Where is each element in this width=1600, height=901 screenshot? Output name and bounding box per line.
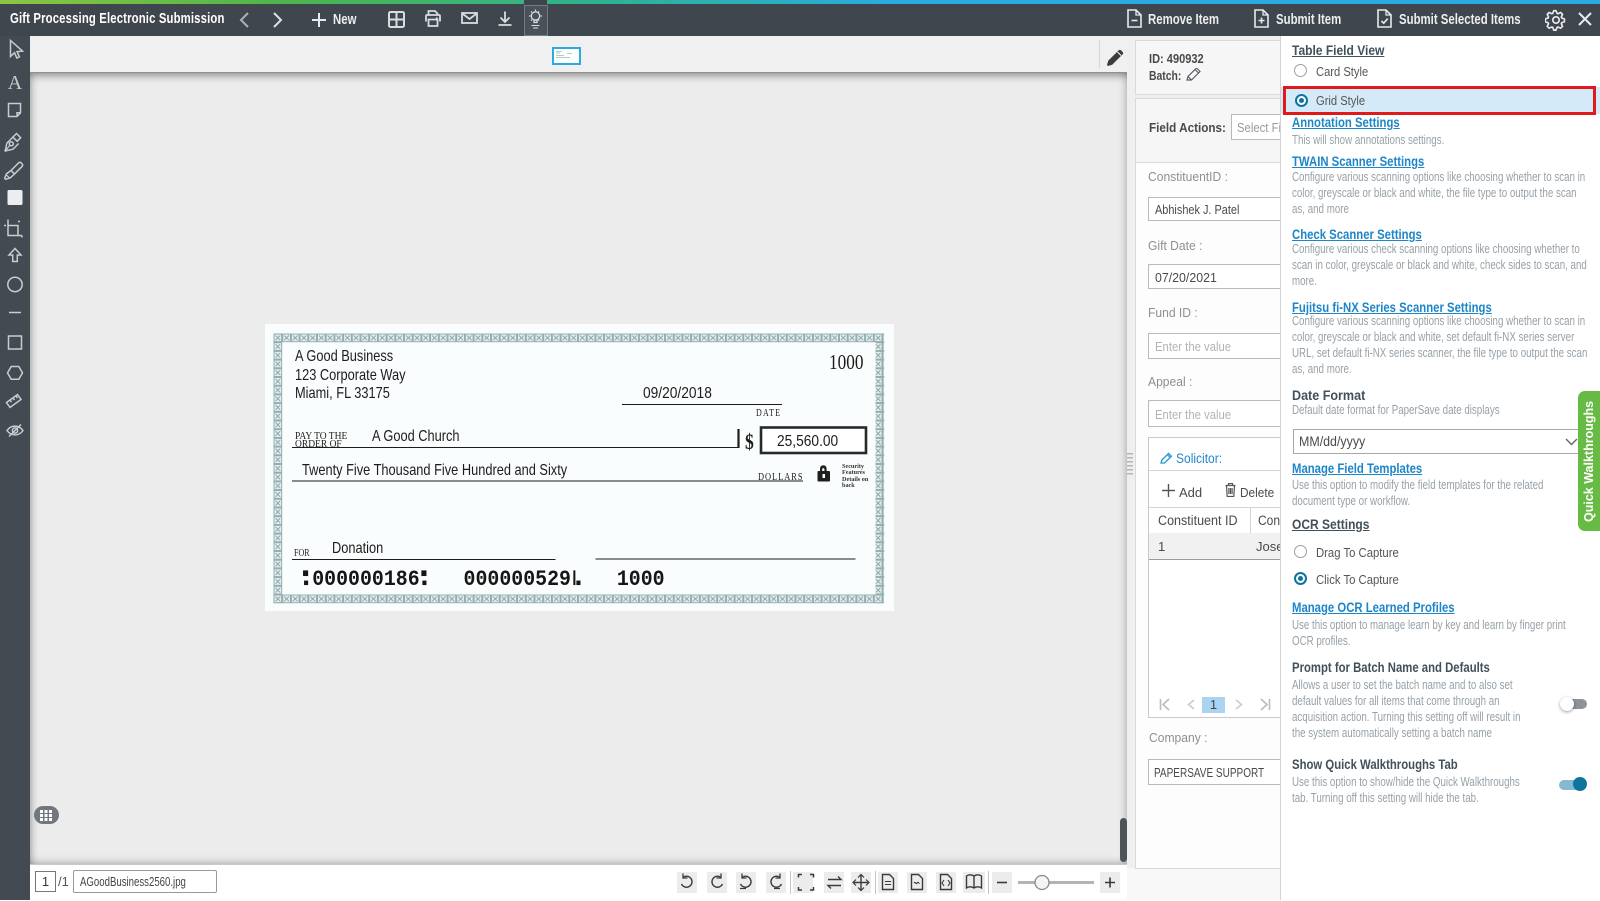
svg-text:A: A	[8, 72, 23, 94]
